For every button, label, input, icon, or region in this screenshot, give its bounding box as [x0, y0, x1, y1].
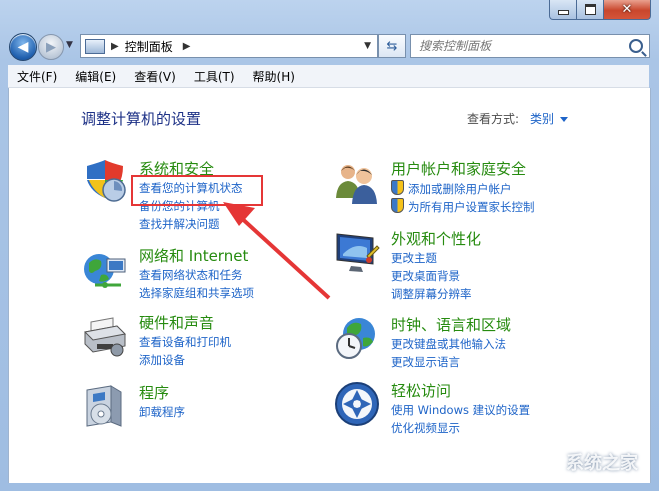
- watermark: 系统之家: [540, 449, 638, 475]
- category-title[interactable]: 轻松访问: [391, 380, 451, 401]
- view-by-dropdown[interactable]: 类别: [530, 110, 569, 127]
- category-title[interactable]: 用户帐户和家庭安全: [391, 158, 526, 179]
- link-desktop-background[interactable]: 更改桌面背景: [391, 268, 460, 284]
- window-frame: ✕ ◀ ▶ ▼ ▶ 控制面板 ▶ ▼ ⇆ 文件(F) 编辑(E) 查看(V) 工…: [0, 0, 659, 491]
- link-keyboard-input[interactable]: 更改键盘或其他输入法: [391, 336, 506, 352]
- printer-icon[interactable]: [81, 312, 129, 360]
- globe-network-icon[interactable]: [81, 245, 129, 293]
- recent-pages-dropdown[interactable]: ▼: [66, 40, 73, 50]
- link-homegroup-sharing[interactable]: 选择家庭组和共享选项: [139, 285, 254, 301]
- control-panel-icon: [85, 38, 105, 54]
- link-optimize-display[interactable]: 优化视频显示: [391, 420, 460, 436]
- search-box[interactable]: [410, 34, 650, 58]
- link-network-status[interactable]: 查看网络状态和任务: [139, 267, 243, 283]
- link-text[interactable]: 添加或删除用户帐户: [408, 182, 512, 196]
- maximize-icon: [584, 4, 596, 15]
- link-add-remove-accounts[interactable]: 添加或删除用户帐户: [391, 180, 512, 197]
- category-title[interactable]: 时钟、语言和区域: [391, 314, 511, 335]
- forward-arrow-icon: ▶: [46, 39, 56, 55]
- category-title[interactable]: 网络和 Internet: [139, 245, 248, 266]
- address-dropdown-icon[interactable]: ▼: [364, 41, 371, 51]
- clock-globe-icon[interactable]: [333, 314, 381, 362]
- watermark-text: 系统之家: [566, 453, 638, 474]
- shield-icon[interactable]: [81, 158, 129, 206]
- minimize-button[interactable]: [549, 0, 577, 20]
- link-text[interactable]: 为所有用户设置家长控制: [408, 200, 535, 214]
- menu-edit[interactable]: 编辑(E): [66, 68, 125, 85]
- breadcrumb-separator-icon[interactable]: ▶: [111, 41, 119, 52]
- forward-button[interactable]: ▶: [38, 34, 64, 60]
- close-icon: ✕: [621, 2, 633, 17]
- menu-help[interactable]: 帮助(H): [244, 68, 304, 85]
- link-devices-printers[interactable]: 查看设备和打印机: [139, 334, 231, 350]
- users-icon[interactable]: [333, 158, 381, 206]
- view-by-value[interactable]: 类别: [530, 112, 554, 126]
- category-title[interactable]: 硬件和声音: [139, 312, 214, 333]
- category-title[interactable]: 外观和个性化: [391, 228, 481, 249]
- menu-file[interactable]: 文件(F): [8, 68, 66, 85]
- menu-view[interactable]: 查看(V): [125, 68, 185, 85]
- address-bar[interactable]: ▶ 控制面板 ▶ ▼: [80, 34, 378, 58]
- link-add-device[interactable]: 添加设备: [139, 352, 185, 368]
- refresh-button[interactable]: ⇆: [378, 34, 406, 58]
- link-uninstall-program[interactable]: 卸载程序: [139, 404, 185, 420]
- menu-bar: 文件(F) 编辑(E) 查看(V) 工具(T) 帮助(H): [8, 65, 649, 88]
- dropdown-caret-icon[interactable]: [560, 117, 569, 122]
- back-button[interactable]: ◀: [9, 33, 37, 61]
- search-input[interactable]: [417, 38, 621, 54]
- view-by-label: 查看方式:: [467, 112, 520, 126]
- caption-buttons: ✕: [549, 0, 651, 20]
- link-troubleshoot[interactable]: 查找并解决问题: [139, 216, 220, 232]
- link-change-theme[interactable]: 更改主题: [391, 250, 437, 266]
- uac-shield-icon: [391, 180, 404, 195]
- accessibility-icon[interactable]: [333, 380, 381, 428]
- link-display-language[interactable]: 更改显示语言: [391, 354, 460, 370]
- menu-tools[interactable]: 工具(T): [185, 68, 244, 85]
- breadcrumb-chevron-icon[interactable]: ▶: [183, 41, 191, 52]
- back-arrow-icon: ◀: [17, 39, 29, 55]
- maximize-button[interactable]: [577, 0, 604, 20]
- link-parental-controls[interactable]: 为所有用户设置家长控制: [391, 198, 535, 215]
- minimize-icon: [557, 10, 569, 15]
- watermark-logo-icon: [540, 453, 562, 475]
- close-button[interactable]: ✕: [604, 0, 651, 20]
- uac-shield-icon: [391, 198, 404, 213]
- highlight-box: [131, 175, 263, 206]
- programs-icon[interactable]: [81, 382, 129, 430]
- link-recommended-settings[interactable]: 使用 Windows 建议的设置: [391, 402, 530, 418]
- search-icon[interactable]: [629, 39, 643, 53]
- monitor-icon[interactable]: [333, 228, 381, 276]
- category-title[interactable]: 程序: [139, 382, 169, 403]
- refresh-icon: ⇆: [386, 38, 398, 54]
- content-pane: 调整计算机的设置 查看方式: 类别 系统和安全 查看您的计算机状态 备份您的计算…: [8, 88, 651, 483]
- breadcrumb-control-panel[interactable]: 控制面板: [125, 38, 173, 55]
- link-screen-resolution[interactable]: 调整屏幕分辨率: [391, 286, 472, 302]
- page-title: 调整计算机的设置: [81, 110, 202, 128]
